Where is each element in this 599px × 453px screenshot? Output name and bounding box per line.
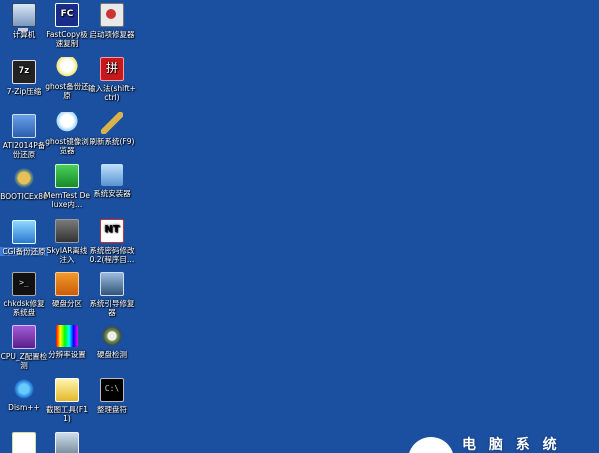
- pc-user-icon: [55, 432, 79, 453]
- cpuz-icon: [12, 325, 36, 349]
- boot-repair-icon: [100, 272, 124, 296]
- terminal-icon: >_: [12, 272, 36, 296]
- nt-password-icon: NT: [100, 219, 124, 243]
- watermark-text: 电 脑 系 统: [462, 437, 561, 453]
- icon-label: ghost备份还原: [45, 82, 89, 100]
- desktop-icon-disk-partition[interactable]: 硬盘分区: [43, 272, 91, 308]
- icon-label: 系统安装器: [93, 189, 131, 198]
- desktop-icon-ghost-browser[interactable]: ghost镜像浏览器: [43, 112, 91, 155]
- icon-label: 启动项修复器: [89, 30, 135, 39]
- toolbox-icon: [100, 3, 124, 27]
- broom-icon: [101, 112, 123, 134]
- desktop-icon-screenshot[interactable]: 截图工具(F11): [43, 378, 91, 423]
- disk-partition-icon: [55, 272, 79, 296]
- bootice-icon: [13, 167, 35, 189]
- icon-label: BOOTICEx86: [0, 192, 48, 201]
- desktop-icon-startup-repair[interactable]: 启动项修复器: [88, 3, 136, 39]
- search-icon: [12, 432, 36, 453]
- icon-label: SkyIAR离线注入: [46, 246, 88, 264]
- desktop-icon-boot-repair[interactable]: 系统引导修复器: [88, 272, 136, 317]
- desktop-icon-memtest[interactable]: MemTest Deluxe内…: [43, 164, 91, 209]
- ati-icon: [12, 114, 36, 138]
- watermark-logo-icon: [408, 437, 454, 453]
- resolution-icon: [56, 325, 78, 347]
- computer-icon: [12, 3, 36, 31]
- icon-label: 分辨率设置: [48, 350, 86, 359]
- phone-icon: [101, 164, 123, 186]
- icon-label: 系统密码修改0.2(程序目…: [89, 246, 135, 264]
- icon-label: 截图工具(F11): [45, 405, 88, 423]
- desktop-icon-fastcopy[interactable]: FC FastCopy极速复制: [43, 3, 91, 48]
- icon-label: 计算机: [12, 30, 36, 39]
- icon-label: ATI2014P备份还原: [2, 141, 46, 159]
- desktop-icon-search[interactable]: [0, 432, 48, 453]
- gear-icon: [13, 378, 35, 400]
- desktop-icon-chkdsk[interactable]: >_ chkdsk修复系统盘: [0, 272, 48, 317]
- desktop-icon-dism[interactable]: Dism++: [0, 378, 48, 412]
- desktop-icon-pc-user[interactable]: [43, 432, 91, 453]
- memtest-icon: [55, 164, 79, 188]
- icon-label: FastCopy极速复制: [46, 30, 88, 48]
- desktop-icon-computer[interactable]: 计算机: [0, 3, 48, 39]
- desktop-icon-refresh-system[interactable]: 刷新系统(F9): [88, 112, 136, 146]
- icon-label: CGI备份还原: [0, 247, 48, 256]
- ghost-icon: [56, 57, 78, 79]
- icon-label: 7-Zip压缩: [6, 87, 42, 96]
- icon-label: ghost镜像浏览器: [45, 137, 89, 155]
- desktop-icon-input-method[interactable]: 拼 输入法(shift+ctrl): [88, 57, 136, 102]
- desktop-icon-cgi[interactable]: CGI备份还原: [0, 220, 48, 256]
- sevenzip-icon: 7z: [12, 60, 36, 84]
- icon-label: 硬盘分区: [52, 299, 82, 308]
- icon-label: 整理盘符: [97, 405, 127, 414]
- desktop-icon-hdd-check[interactable]: 硬盘检测: [88, 325, 136, 359]
- icon-label: chkdsk修复系统盘: [3, 299, 45, 317]
- cmd-icon: C:\: [100, 378, 124, 402]
- icon-label: 输入法(shift+ctrl): [88, 84, 136, 102]
- hdd-check-icon: [101, 325, 123, 347]
- screenshot-icon: [55, 378, 79, 402]
- icon-label: 刷新系统(F9): [89, 137, 135, 146]
- desktop: 计算机 7z 7-Zip压缩 ATI2014P备份还原 BOOTICEx86 C…: [0, 0, 599, 453]
- icon-label: Dism++: [8, 403, 40, 412]
- icon-label: 系统引导修复器: [89, 299, 135, 317]
- desktop-icon-skyiar[interactable]: SkyIAR离线注入: [43, 219, 91, 264]
- icon-label: 硬盘检测: [97, 350, 127, 359]
- watermark: 电 脑 系 统: [408, 437, 599, 453]
- icon-label: CPU_Z配置检测: [0, 352, 48, 370]
- desktop-icon-ati[interactable]: ATI2014P备份还原: [0, 114, 48, 159]
- desktop-icon-7zip[interactable]: 7z 7-Zip压缩: [0, 60, 48, 96]
- desktop-icon-ghost[interactable]: ghost备份还原: [43, 57, 91, 100]
- icon-label: MemTest Deluxe内…: [44, 191, 90, 209]
- fastcopy-icon: FC: [55, 3, 79, 27]
- ghost-browser-icon: [56, 112, 78, 134]
- desktop-icon-drive-letters[interactable]: C:\ 整理盘符: [88, 378, 136, 414]
- desktop-icon-resolution[interactable]: 分辨率设置: [43, 325, 91, 359]
- desktop-icon-bootice[interactable]: BOOTICEx86: [0, 167, 48, 201]
- cgi-icon: [12, 220, 36, 244]
- desktop-icon-cpuz[interactable]: CPU_Z配置检测: [0, 325, 48, 370]
- desktop-icon-system-installer[interactable]: 系统安装器: [88, 164, 136, 198]
- input-method-icon: 拼: [100, 57, 124, 81]
- skyiar-icon: [55, 219, 79, 243]
- desktop-icon-nt-password[interactable]: NT 系统密码修改0.2(程序目…: [88, 219, 136, 264]
